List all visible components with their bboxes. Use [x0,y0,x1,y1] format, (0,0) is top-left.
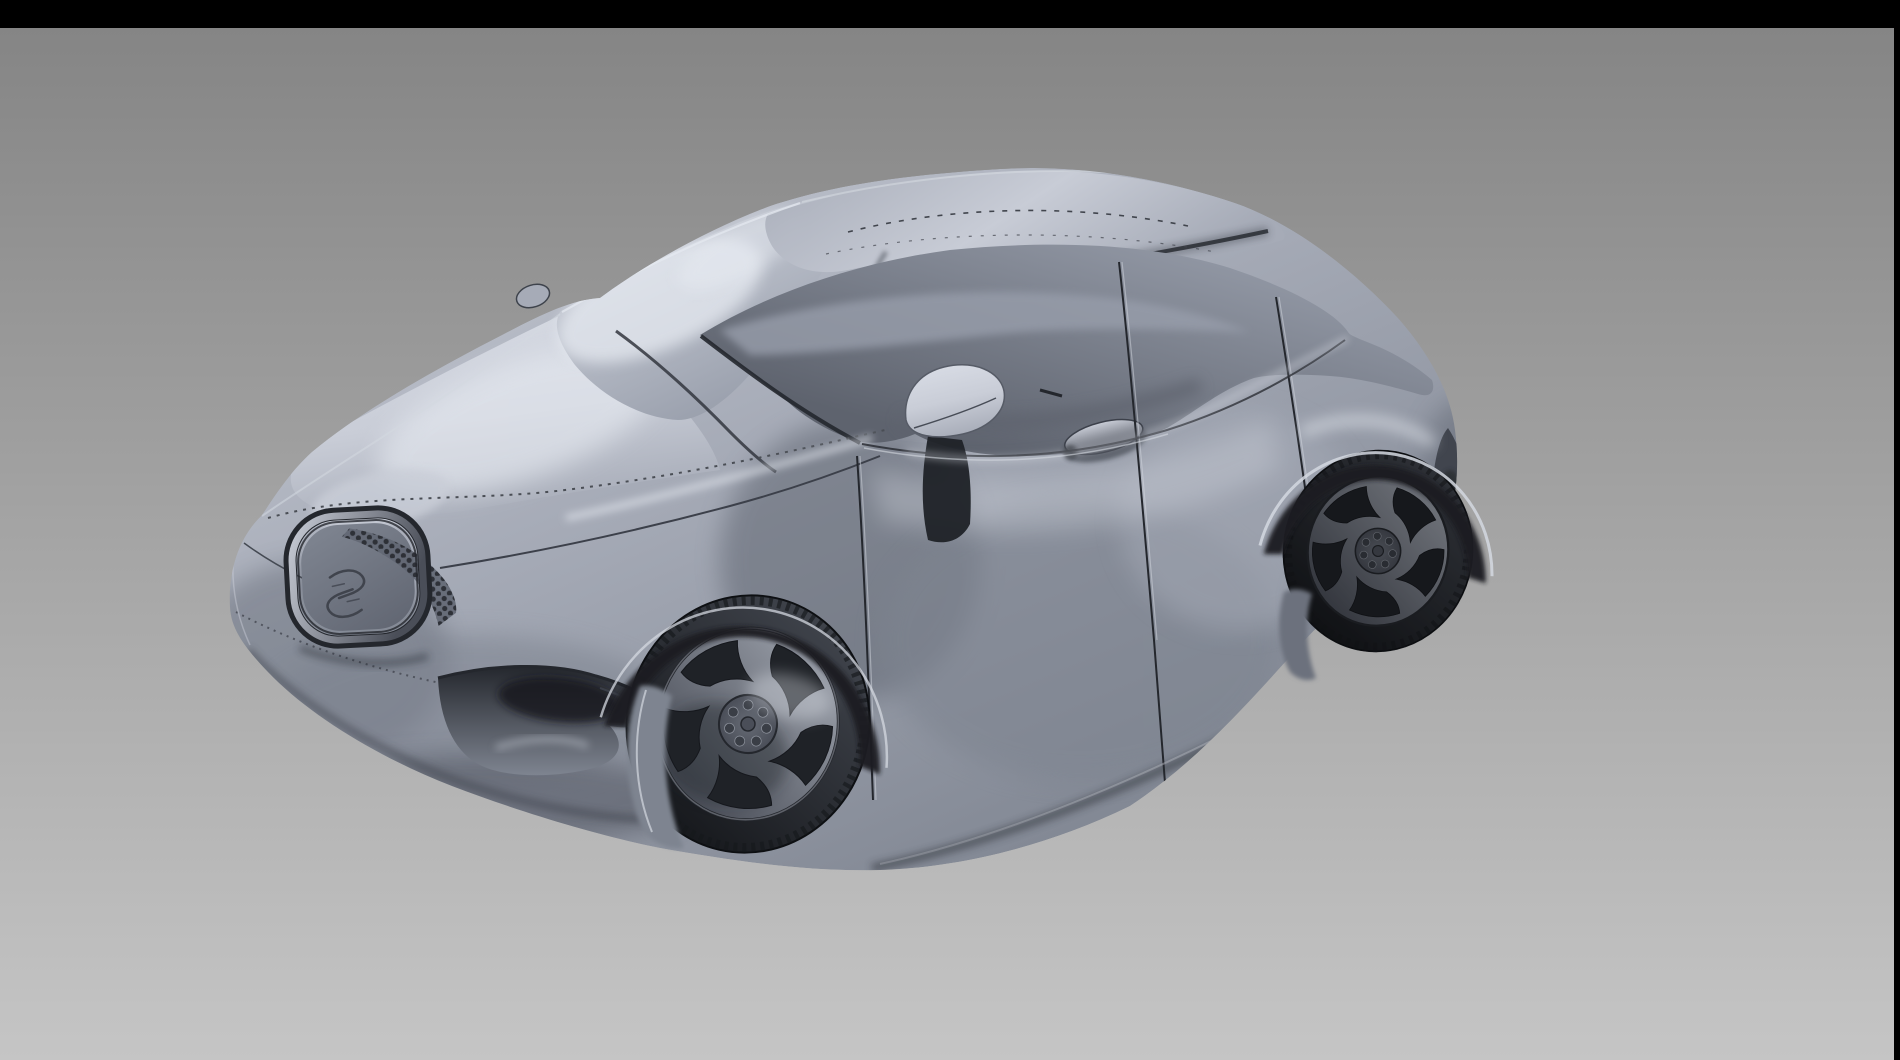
mirror-stalk [923,436,971,542]
car-model[interactable] [190,168,1508,877]
right-letterbox-bar [1894,0,1900,1060]
top-letterbox-bar [0,0,1900,28]
far-mirror-bump [513,280,552,311]
car-render [0,0,1900,1060]
app-window [0,0,1900,1060]
